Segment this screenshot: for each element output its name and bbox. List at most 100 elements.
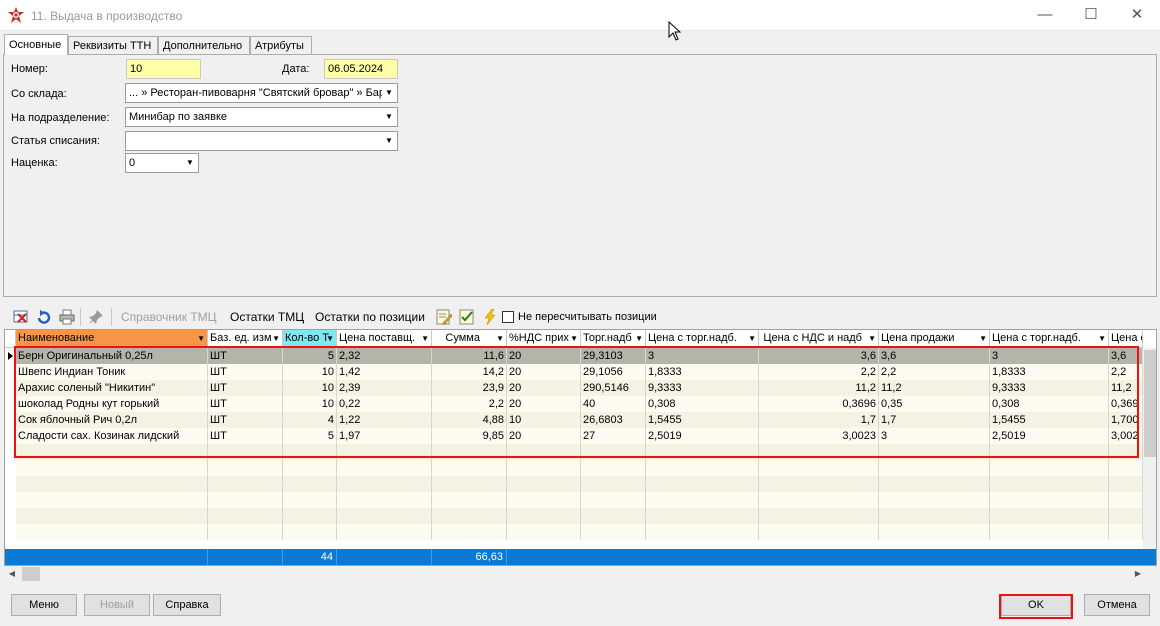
date-input[interactable]: 06.05.2024 — [324, 59, 398, 79]
table-cell[interactable]: 4,88 — [432, 412, 507, 428]
table-cell[interactable]: 10 — [283, 396, 337, 412]
empty-row[interactable] — [16, 476, 1156, 492]
print-icon[interactable] — [59, 309, 75, 325]
table-cell[interactable]: 14,2 — [432, 364, 507, 380]
table-cell[interactable] — [283, 476, 337, 492]
table-cell[interactable]: Арахис соленый "Никитин" — [16, 380, 208, 396]
table-cell[interactable]: 1,97 — [337, 428, 432, 444]
vertical-scrollbar[interactable] — [1143, 348, 1156, 549]
empty-row[interactable] — [16, 444, 1156, 460]
table-cell[interactable]: 0,308 — [990, 396, 1109, 412]
ok-button[interactable]: OK — [1001, 594, 1071, 616]
table-cell[interactable]: ШТ — [208, 428, 283, 444]
grid-header-supplier-price[interactable]: Цена поставщ. ▼ — [337, 330, 432, 348]
table-cell[interactable] — [16, 460, 208, 476]
cancel-button[interactable]: Отмена — [1084, 594, 1150, 616]
table-cell[interactable]: 0,308 — [646, 396, 759, 412]
table-cell[interactable]: 2,2 — [1109, 364, 1143, 380]
stock-button[interactable]: Остатки ТМЦ — [230, 306, 304, 328]
table-cell[interactable]: 2,2 — [759, 364, 879, 380]
delete-row-icon[interactable] — [13, 309, 29, 325]
tab-attributes[interactable]: Атрибуты — [250, 36, 312, 54]
tab-main[interactable]: Основные — [4, 34, 68, 55]
table-cell[interactable]: 11,2 — [1109, 380, 1143, 396]
table-cell[interactable]: 3,002 — [1109, 428, 1143, 444]
table-row[interactable]: Швепс Индиан Тоник ШТ 10 1,42 14,2 20 29,1056 1… — [16, 364, 1156, 380]
table-cell[interactable]: 1,7 — [879, 412, 990, 428]
table-cell[interactable] — [337, 444, 432, 460]
number-input[interactable]: 10 — [126, 59, 201, 79]
help-button[interactable]: Справка — [153, 594, 221, 616]
table-row[interactable]: шоколад Родны кут горький ШТ 10 0,22 2,2 20 40… — [16, 396, 1156, 412]
table-cell[interactable] — [337, 460, 432, 476]
table-cell[interactable]: 3 — [646, 348, 759, 364]
table-cell[interactable] — [283, 508, 337, 524]
table-cell[interactable]: 20 — [507, 364, 581, 380]
scroll-left-icon[interactable]: ◀ — [4, 566, 20, 582]
table-cell[interactable] — [1109, 492, 1143, 508]
table-cell[interactable] — [208, 492, 283, 508]
table-cell[interactable]: 3,0023 — [759, 428, 879, 444]
table-cell[interactable] — [1109, 460, 1143, 476]
table-cell[interactable]: 1,7 — [759, 412, 879, 428]
table-cell[interactable] — [432, 524, 507, 540]
table-cell[interactable] — [16, 508, 208, 524]
table-cell[interactable] — [581, 524, 646, 540]
table-cell[interactable]: 290,5146 — [581, 380, 646, 396]
table-cell[interactable] — [990, 492, 1109, 508]
table-cell[interactable]: 1,5455 — [646, 412, 759, 428]
table-cell[interactable] — [16, 444, 208, 460]
table-cell[interactable] — [990, 460, 1109, 476]
table-cell[interactable] — [432, 492, 507, 508]
chevron-down-icon[interactable]: ▼ — [382, 85, 396, 101]
table-cell[interactable]: ШТ — [208, 380, 283, 396]
table-cell[interactable]: 1,22 — [337, 412, 432, 428]
table-cell[interactable] — [879, 508, 990, 524]
chevron-down-icon[interactable]: ▼ — [183, 155, 197, 171]
table-cell[interactable] — [208, 476, 283, 492]
table-cell[interactable]: Сок яблочный Рич 0,2л — [16, 412, 208, 428]
table-row[interactable]: Сок яблочный Рич 0,2л ШТ 4 1,22 4,88 10 26,680… — [16, 412, 1156, 428]
tab-additional[interactable]: Дополнительно — [158, 36, 250, 54]
table-cell[interactable] — [759, 460, 879, 476]
horizontal-scrollbar[interactable]: ◀ ▶ — [4, 566, 1157, 582]
table-cell[interactable] — [337, 524, 432, 540]
table-cell[interactable]: 5 — [283, 348, 337, 364]
table-cell[interactable] — [646, 508, 759, 524]
table-cell[interactable] — [337, 492, 432, 508]
table-cell[interactable]: шоколад Родны кут горький — [16, 396, 208, 412]
writeoff-select[interactable]: ▼ — [125, 131, 398, 151]
grid-header-markup[interactable]: Торг.надб ▼ — [581, 330, 646, 348]
grid-header-unit[interactable]: Баз. ед. изм ▼ — [208, 330, 283, 348]
table-cell[interactable]: 4 — [283, 412, 337, 428]
division-select[interactable]: Минибар по заявке ▼ — [125, 107, 398, 127]
table-cell[interactable] — [283, 524, 337, 540]
table-cell[interactable]: 20 — [507, 348, 581, 364]
horizontal-scroll-thumb[interactable] — [22, 567, 40, 581]
table-cell[interactable] — [1109, 444, 1143, 460]
table-cell[interactable]: 10 — [283, 380, 337, 396]
stock-by-position-button[interactable]: Остатки по позиции — [315, 306, 425, 328]
table-cell[interactable]: 11,6 — [432, 348, 507, 364]
table-cell[interactable]: 1,42 — [337, 364, 432, 380]
table-cell[interactable] — [208, 460, 283, 476]
table-cell[interactable]: 29,1056 — [581, 364, 646, 380]
table-cell[interactable] — [507, 444, 581, 460]
table-cell[interactable] — [283, 444, 337, 460]
table-cell[interactable]: 9,3333 — [990, 380, 1109, 396]
grid-header-name[interactable]: Наименование ▼ — [16, 330, 208, 348]
table-cell[interactable] — [16, 476, 208, 492]
table-cell[interactable] — [581, 476, 646, 492]
table-cell[interactable]: 26,6803 — [581, 412, 646, 428]
table-cell[interactable] — [283, 492, 337, 508]
table-cell[interactable] — [879, 460, 990, 476]
table-cell[interactable] — [432, 508, 507, 524]
table-cell[interactable] — [581, 492, 646, 508]
table-cell[interactable] — [432, 460, 507, 476]
table-cell[interactable] — [646, 460, 759, 476]
table-cell[interactable]: Сладости сах. Козинак лидский — [16, 428, 208, 444]
table-cell[interactable]: ШТ — [208, 412, 283, 428]
empty-row[interactable] — [16, 524, 1156, 540]
table-cell[interactable]: 0,35 — [879, 396, 990, 412]
table-cell[interactable] — [990, 444, 1109, 460]
